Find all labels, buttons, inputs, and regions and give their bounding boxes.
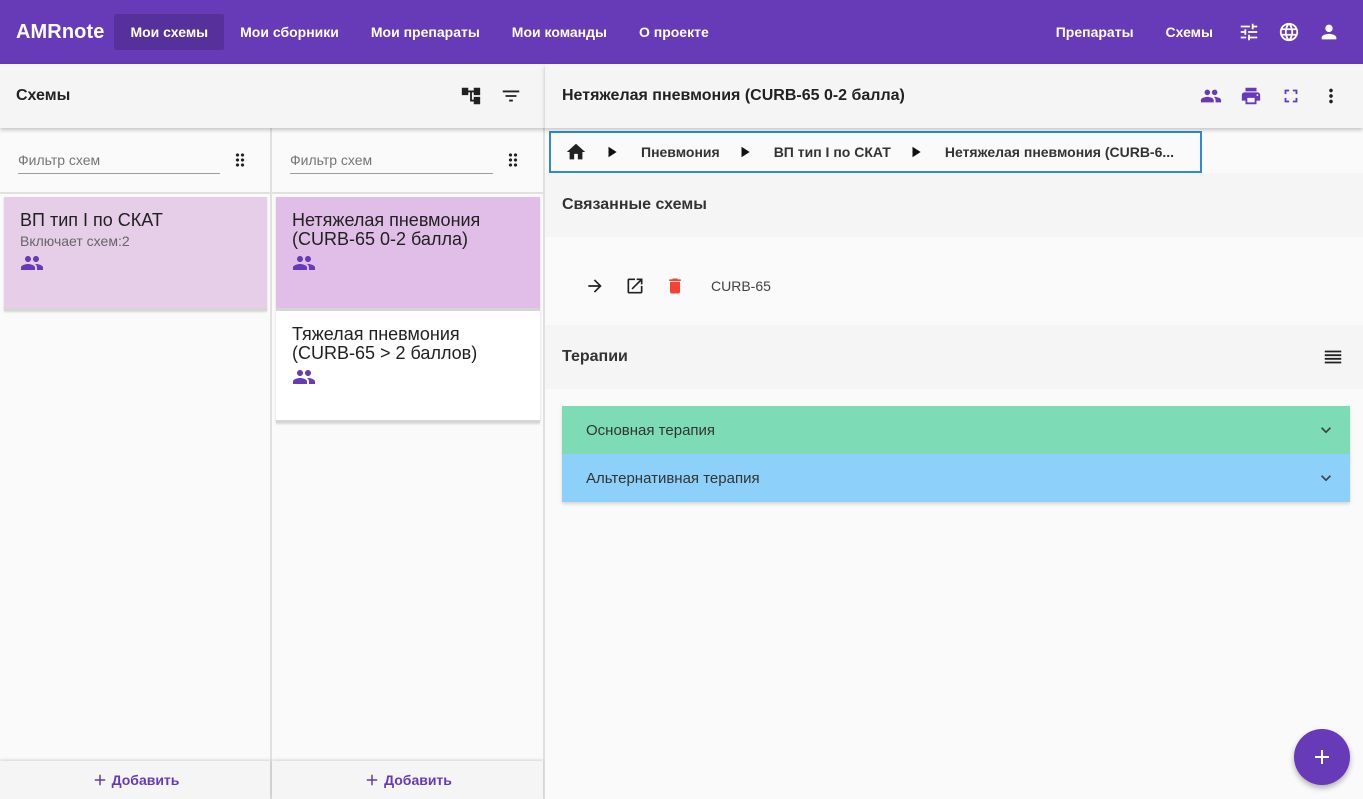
print-icon[interactable] [1233, 78, 1269, 114]
scheme-card-title: Тяжелая пневмония (CURB-65 > 2 баллов) [292, 324, 478, 363]
schemes-title: Схемы [16, 87, 71, 104]
therapy-panel-main[interactable]: Основная терапия [562, 406, 1350, 454]
scheme-filter-input[interactable] [18, 146, 220, 174]
nav-my-schemes[interactable]: Мои схемы [114, 14, 225, 50]
scheme-detail-header: Нетяжелая пневмония (CURB-65 0-2 балла) [545, 64, 1363, 128]
delete-icon[interactable] [665, 274, 685, 298]
nav-about[interactable]: О проекте [623, 14, 725, 50]
scheme-card-title: ВП тип I по СКАТ [20, 210, 163, 230]
scheme-card-title: Нетяжелая пневмония (CURB-65 0-2 балла) [292, 210, 481, 249]
account-icon[interactable] [1309, 12, 1349, 52]
nav-my-drugs[interactable]: Мои препараты [355, 14, 496, 50]
linked-schemes-header: Связанные схемы [545, 173, 1363, 237]
filter-row [272, 128, 543, 194]
schemes-header-actions [453, 78, 529, 114]
plus-icon [1315, 750, 1329, 764]
scheme-detail-title: Нетяжелая пневмония (CURB-65 0-2 балла) [562, 87, 905, 104]
therapy-panel-label: Основная терапия [586, 421, 716, 439]
play-arrow-icon [901, 144, 931, 160]
therapy-panel-label: Альтернативная терапия [586, 469, 760, 487]
nav-drugs[interactable]: Препараты [1040, 14, 1150, 50]
linked-schemes-title: Связанные схемы [562, 196, 707, 213]
menu-icon[interactable] [1315, 339, 1351, 375]
therapies-header: Терапии [545, 325, 1363, 389]
add-label: Добавить [111, 772, 180, 788]
breadcrumb: Пневмония ВП тип I по СКАТ Нетяжелая пне… [549, 131, 1202, 173]
top-app-bar: AMRnote Мои схемы Мои сборники Мои препа… [0, 0, 1363, 64]
group-icon [20, 253, 44, 273]
chevron-down-icon[interactable] [1316, 420, 1336, 440]
schemes-column-1: ВП тип I по СКАТ Включает схем:2 Добавит… [0, 128, 272, 799]
home-icon[interactable] [565, 141, 587, 163]
scheme-filter-input[interactable] [290, 146, 493, 174]
nav-schemes[interactable]: Схемы [1150, 14, 1229, 50]
chevron-down-icon[interactable] [1316, 468, 1336, 488]
breadcrumb-item[interactable]: Пневмония [641, 144, 720, 160]
scheme-card-subtitle: Включает схем:2 [20, 233, 130, 249]
nav-my-collections[interactable]: Мои сборники [224, 14, 355, 50]
add-scheme-button[interactable]: Добавить [272, 761, 543, 799]
fullscreen-icon[interactable] [1273, 78, 1309, 114]
therapy-panel-alternative[interactable]: Альтернативная терапия [562, 454, 1350, 502]
plus-icon [366, 774, 378, 786]
tune-icon[interactable] [1229, 12, 1269, 52]
globe-icon[interactable] [1269, 12, 1309, 52]
play-arrow-icon [597, 144, 627, 160]
arrow-forward-icon[interactable] [585, 274, 605, 298]
breadcrumb-item[interactable]: ВП тип I по СКАТ [774, 144, 891, 160]
play-arrow-icon [730, 144, 760, 160]
filter-list-icon[interactable] [493, 78, 529, 114]
tree-view-icon[interactable] [453, 78, 489, 114]
scheme-list: Нетяжелая пневмония (CURB-65 0-2 балла) … [272, 194, 543, 759]
linked-scheme-name[interactable]: CURB-65 [711, 278, 771, 294]
more-vert-icon[interactable] [1313, 78, 1349, 114]
nav-my-teams[interactable]: Мои команды [496, 14, 623, 50]
scheme-list: ВП тип I по СКАТ Включает схем:2 [0, 194, 270, 759]
schemes-header: Схемы [0, 64, 545, 128]
drag-handle-icon[interactable] [499, 146, 527, 174]
add-fab-button[interactable] [1294, 729, 1350, 785]
add-label: Добавить [384, 772, 452, 788]
drag-handle-icon[interactable] [226, 146, 254, 174]
scheme-detail-panel: Пневмония ВП тип I по СКАТ Нетяжелая пне… [545, 128, 1363, 799]
filter-row [0, 128, 270, 194]
group-icon [292, 367, 316, 387]
breadcrumb-item-current[interactable]: Нетяжелая пневмония (CURB-6... [945, 144, 1174, 160]
top-right-nav: Препараты Схемы [1040, 0, 1363, 64]
detail-header-actions [1193, 78, 1349, 114]
therapies-title: Терапии [562, 348, 628, 365]
app-brand[interactable]: AMRnote [16, 21, 104, 44]
schemes-column-2: Нетяжелая пневмония (CURB-65 0-2 балла) … [272, 128, 545, 799]
linked-scheme-row: CURB-65 [585, 273, 771, 299]
main-nav: Мои схемы Мои сборники Мои препараты Мои… [114, 0, 724, 64]
group-icon [292, 253, 316, 273]
add-scheme-button[interactable]: Добавить [0, 761, 270, 799]
share-group-icon[interactable] [1193, 78, 1229, 114]
scheme-card-selected[interactable]: Нетяжелая пневмония (CURB-65 0-2 балла) [276, 197, 540, 311]
open-in-new-icon[interactable] [625, 274, 645, 298]
scheme-card[interactable]: Тяжелая пневмония (CURB-65 > 2 баллов) [276, 311, 540, 423]
scheme-card[interactable]: ВП тип I по СКАТ Включает схем:2 [4, 197, 267, 311]
plus-icon [94, 774, 105, 786]
